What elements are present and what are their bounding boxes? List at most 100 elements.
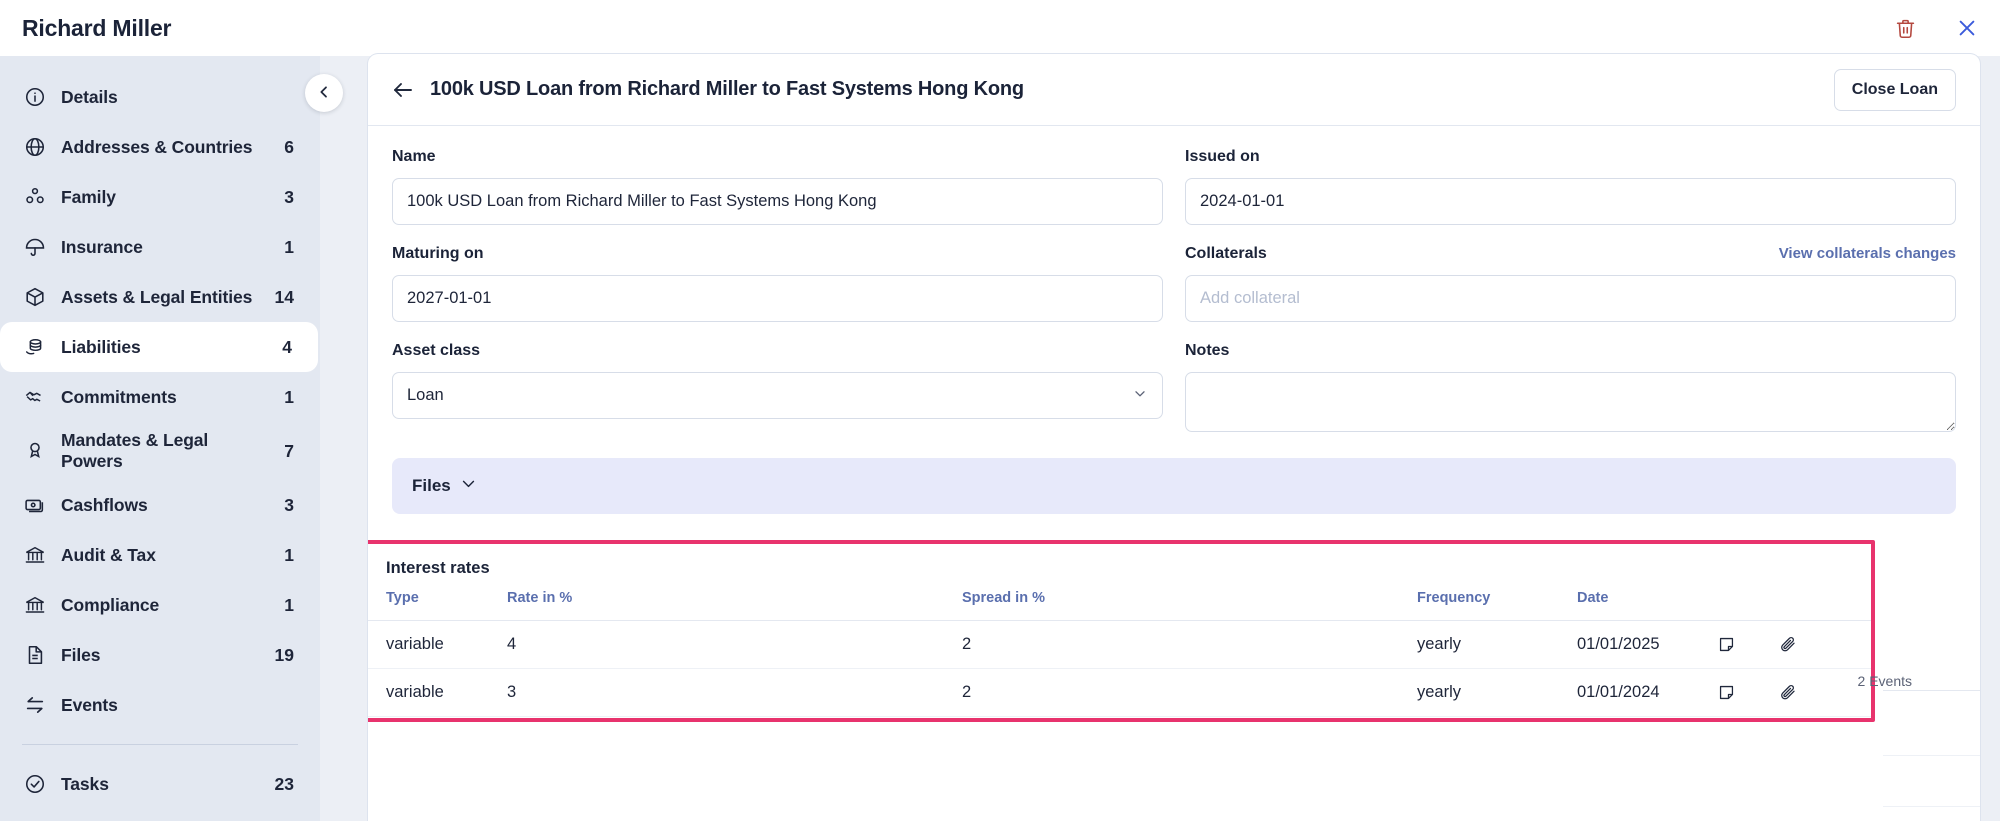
chevron-left-icon bbox=[316, 84, 332, 103]
maturing-on-input[interactable] bbox=[392, 275, 1163, 322]
sidebar-item-count: 3 bbox=[284, 494, 294, 515]
globe-icon bbox=[22, 135, 47, 160]
family-icon bbox=[22, 185, 47, 210]
sidebar-item-details[interactable]: Details bbox=[0, 72, 320, 122]
notes-label: Notes bbox=[1185, 342, 1230, 359]
loan-form: Name Issued on Maturing on bbox=[368, 126, 1980, 448]
info-icon bbox=[22, 85, 47, 110]
sidebar-item-audit-tax[interactable]: Audit & Tax 1 bbox=[0, 530, 320, 580]
sidebar-item-label: Files bbox=[61, 644, 101, 665]
events-count-label: 2 Events bbox=[1857, 673, 1912, 689]
field-notes: Notes bbox=[1185, 342, 1956, 432]
collaterals-input[interactable] bbox=[1185, 275, 1956, 322]
sidebar-item-count: 14 bbox=[274, 286, 294, 307]
collaterals-label: Collaterals bbox=[1185, 245, 1267, 262]
sidebar-item-label: Audit & Tax bbox=[61, 544, 156, 565]
cell-spread: 2 bbox=[962, 620, 1417, 669]
cell-frequency: yearly bbox=[1417, 620, 1577, 669]
sidebar-item-count: 1 bbox=[284, 544, 294, 565]
sidebar-item-count: 1 bbox=[284, 236, 294, 257]
table-tail-divider bbox=[1883, 755, 1980, 756]
sidebar-item-tasks[interactable]: Tasks 23 bbox=[0, 759, 320, 809]
sidebar-item-compliance[interactable]: Compliance 1 bbox=[0, 580, 320, 630]
name-input[interactable] bbox=[392, 178, 1163, 225]
sidebar-item-count: 1 bbox=[284, 594, 294, 615]
cell-type: variable bbox=[368, 668, 507, 717]
cell-spread: 2 bbox=[962, 668, 1417, 717]
detail-panel: 100k USD Loan from Richard Miller to Fas… bbox=[368, 54, 1980, 821]
sidebar-item-label: Family bbox=[61, 186, 116, 207]
sidebar-item-cashflows[interactable]: Cashflows 3 bbox=[0, 480, 320, 530]
table-row[interactable]: variable 4 2 yearly 01/01/2025 bbox=[368, 620, 1871, 669]
document-icon bbox=[22, 643, 47, 668]
sidebar-item-events[interactable]: Events bbox=[0, 680, 320, 730]
sidebar: Details Addresses & Countries 6 Family 3… bbox=[0, 56, 320, 821]
name-label: Name bbox=[392, 148, 436, 165]
sidebar-item-label: Assets & Legal Entities bbox=[61, 286, 253, 307]
handshake-icon bbox=[22, 385, 47, 410]
close-icon[interactable] bbox=[1954, 15, 1980, 41]
sidebar-item-label: Addresses & Countries bbox=[61, 136, 253, 157]
sidebar-item-assets-legal-entities[interactable]: Assets & Legal Entities 14 bbox=[0, 272, 320, 322]
column-header-frequency: Frequency bbox=[1417, 584, 1577, 621]
chevron-down-icon bbox=[460, 475, 477, 497]
note-icon[interactable] bbox=[1717, 635, 1779, 654]
column-header-note bbox=[1717, 584, 1779, 621]
arrow-left-icon[interactable] bbox=[390, 77, 416, 103]
paperclip-icon[interactable] bbox=[1779, 635, 1871, 654]
column-header-date: Date bbox=[1577, 584, 1717, 621]
bank-icon bbox=[22, 543, 47, 568]
sidebar-item-addresses-countries[interactable]: Addresses & Countries 6 bbox=[0, 122, 320, 172]
sidebar-item-label: Compliance bbox=[61, 594, 160, 615]
table-tail-divider bbox=[1883, 806, 1980, 807]
column-header-spread: Spread in % bbox=[962, 584, 1417, 621]
bank-icon bbox=[22, 593, 47, 618]
asset-class-select[interactable] bbox=[392, 372, 1163, 419]
field-collaterals: Collaterals View collaterals changes bbox=[1185, 245, 1956, 322]
sidebar-item-count: 6 bbox=[284, 136, 294, 157]
interest-rates-title: Interest rates bbox=[386, 559, 490, 577]
sidebar-item-files[interactable]: Files 19 bbox=[0, 630, 320, 680]
top-bar: Richard Miller bbox=[0, 0, 2000, 56]
sidebar-nav: Details Addresses & Countries 6 Family 3… bbox=[0, 72, 320, 809]
cell-rate: 4 bbox=[507, 620, 962, 669]
note-icon[interactable] bbox=[1717, 683, 1779, 702]
sidebar-item-count: 4 bbox=[282, 336, 292, 357]
coins-icon bbox=[22, 335, 47, 360]
sidebar-item-commitments[interactable]: Commitments 1 bbox=[0, 372, 320, 422]
trash-icon[interactable] bbox=[1892, 15, 1918, 41]
column-header-type: Type bbox=[368, 584, 507, 621]
app-root: Richard Miller Details Addresses & Count… bbox=[0, 0, 2000, 821]
panel-title: 100k USD Loan from Richard Miller to Fas… bbox=[430, 78, 1024, 100]
panel-header: 100k USD Loan from Richard Miller to Fas… bbox=[368, 54, 1980, 126]
sidebar-item-label: Details bbox=[61, 86, 118, 107]
cell-type: variable bbox=[368, 620, 507, 669]
notes-textarea[interactable] bbox=[1185, 372, 1956, 432]
sidebar-item-mandates-legal-powers[interactable]: Mandates & Legal Powers 7 bbox=[0, 422, 320, 480]
field-maturing-on: Maturing on bbox=[392, 245, 1163, 322]
column-header-attachment bbox=[1779, 584, 1871, 621]
sidebar-item-label: Insurance bbox=[61, 236, 143, 257]
sidebar-item-label: Commitments bbox=[61, 386, 177, 407]
cell-date: 01/01/2025 bbox=[1577, 620, 1717, 669]
sidebar-item-insurance[interactable]: Insurance 1 bbox=[0, 222, 320, 272]
person-badge-icon bbox=[22, 439, 47, 464]
close-loan-button[interactable]: Close Loan bbox=[1833, 68, 1956, 111]
check-circle-icon bbox=[22, 772, 47, 797]
issued-on-input[interactable] bbox=[1185, 178, 1956, 225]
sidebar-item-liabilities[interactable]: Liabilities 4 bbox=[0, 322, 318, 372]
sidebar-collapse-button[interactable] bbox=[305, 74, 343, 112]
maturing-on-label: Maturing on bbox=[392, 245, 484, 262]
asset-class-label: Asset class bbox=[392, 342, 481, 359]
field-asset-class: Asset class bbox=[392, 342, 1163, 432]
top-bar-actions bbox=[1892, 15, 1980, 41]
banknote-icon bbox=[22, 493, 47, 518]
cell-rate: 3 bbox=[507, 668, 962, 717]
files-section-toggle[interactable]: Files bbox=[392, 458, 1956, 514]
table-row[interactable]: variable 3 2 yearly 01/01/2024 bbox=[368, 668, 1871, 717]
sidebar-item-family[interactable]: Family 3 bbox=[0, 172, 320, 222]
view-collaterals-changes-link[interactable]: View collaterals changes bbox=[1779, 245, 1956, 262]
sidebar-item-count: 1 bbox=[284, 386, 294, 407]
sidebar-item-label: Cashflows bbox=[61, 494, 148, 515]
transfer-icon bbox=[22, 693, 47, 718]
